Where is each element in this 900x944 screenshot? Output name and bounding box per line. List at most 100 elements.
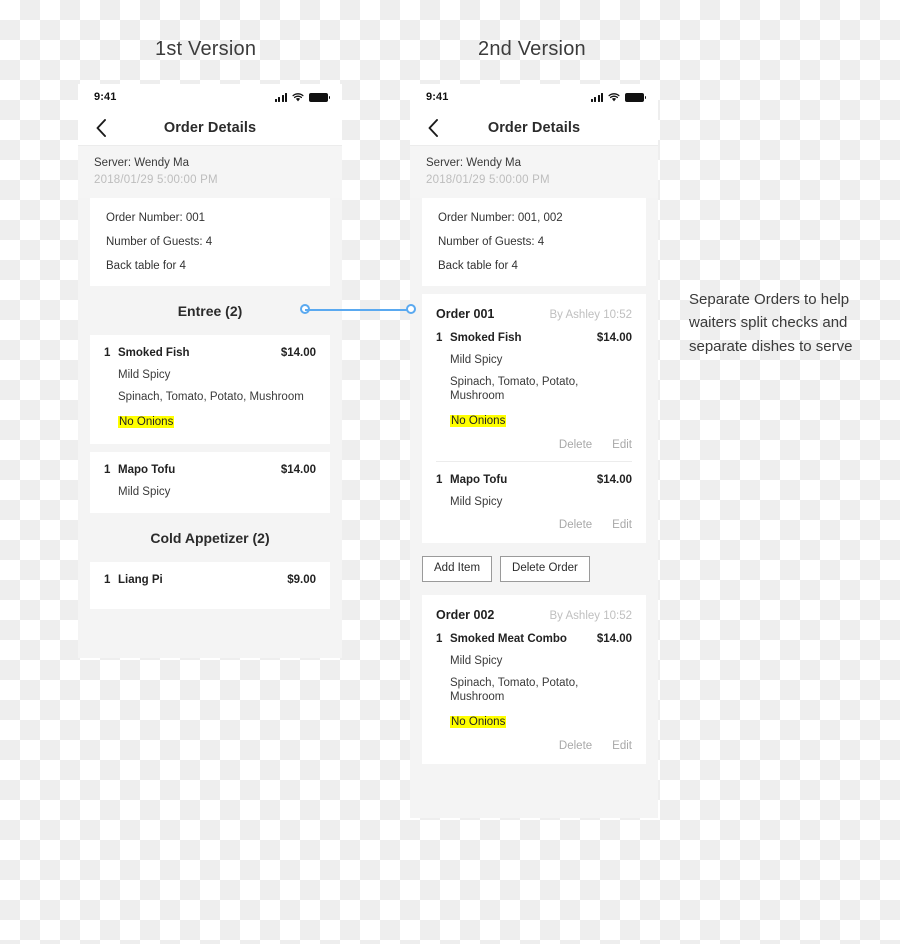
dish-row: 1 Smoked Fish $14.00 xyxy=(436,332,632,344)
chevron-left-icon[interactable] xyxy=(90,117,112,139)
item-actions: Delete Edit xyxy=(436,519,632,531)
dish-price: $14.00 xyxy=(596,332,632,344)
delete-order-button[interactable]: Delete Order xyxy=(500,556,590,582)
server-info-block: Server: Wendy Ma 2018/01/29 5:00:00 PM xyxy=(78,146,342,198)
annotation-text: Separate Orders to help waiters split ch… xyxy=(689,291,853,355)
nav-bar: Order Details xyxy=(78,110,342,146)
dish-row: 1 Liang Pi $9.00 xyxy=(104,574,316,586)
item-actions: Delete Edit xyxy=(436,740,632,752)
dish-option: Spinach, Tomato, Potato, Mushroom xyxy=(450,676,579,703)
page-title: Order Details xyxy=(163,119,257,136)
phone-mockup-version-2: 9:41 Order Details Server: Wendy Ma 2018… xyxy=(410,84,658,818)
order-item[interactable]: 1 Smoked Fish $14.00 Mild Spicy Spinach,… xyxy=(436,332,632,463)
dish-price: $14.00 xyxy=(280,464,316,477)
battery-full-icon xyxy=(309,92,330,102)
guest-count: Number of Guests: 4 xyxy=(106,236,213,248)
server-name: Server: Wendy Ma xyxy=(426,157,522,169)
dish-note-wrap: No Onions xyxy=(104,412,316,430)
dish-name: Smoked Meat Combo xyxy=(450,632,567,645)
status-icons xyxy=(590,92,646,102)
dish-option: Mild Spicy xyxy=(450,496,503,509)
dish-note-highlight: No Onions xyxy=(118,416,175,429)
dish-name: Liang Pi xyxy=(118,574,163,587)
server-name: Server: Wendy Ma xyxy=(94,157,190,169)
dish-note-wrap: No Onions xyxy=(436,411,632,429)
dish-quantity: 1 xyxy=(104,347,111,359)
dish-card[interactable]: 1 Mapo Tofu $14.00 Mild Spicy xyxy=(90,452,330,514)
order-title: Order 002 xyxy=(436,607,495,622)
order-info-card: Order Number: 001 Number of Guests: 4 Ba… xyxy=(90,198,330,286)
order-number: Order Number: 001, 002 xyxy=(438,212,563,224)
guest-count: Number of Guests: 4 xyxy=(438,236,545,248)
server-datetime: 2018/01/29 5:00:00 PM xyxy=(94,174,218,186)
dish-option: Spinach, Tomato, Potato, Mushroom xyxy=(450,376,579,403)
chevron-left-icon[interactable] xyxy=(422,117,444,139)
dish-quantity: 1 xyxy=(436,632,443,645)
dish-note-highlight: No Onions xyxy=(450,415,507,428)
dish-row: 1 Smoked Fish $14.00 xyxy=(104,347,316,359)
delete-item-button[interactable]: Delete xyxy=(559,740,592,752)
dish-quantity: 1 xyxy=(436,332,443,344)
status-bar: 9:41 xyxy=(78,84,342,110)
signal-bars-icon xyxy=(274,92,287,102)
dish-name: Mapo Tofu xyxy=(450,474,508,487)
dish-option: Mild Spicy xyxy=(450,654,503,667)
item-actions: Delete Edit xyxy=(436,439,632,451)
order-title: Order 001 xyxy=(436,307,495,321)
order-item[interactable]: 1 Smoked Meat Combo $14.00 Mild Spicy Sp… xyxy=(436,633,632,752)
wifi-icon xyxy=(608,92,620,102)
table-note: Back table for 4 xyxy=(106,260,186,272)
dish-row: 1 Mapo Tofu $14.00 xyxy=(436,474,632,486)
status-bar: 9:41 xyxy=(410,84,658,110)
connector-endpoint-right xyxy=(406,304,416,314)
table-note: Back table for 4 xyxy=(438,260,518,272)
dish-name: Smoked Fish xyxy=(118,347,190,359)
connector-line xyxy=(305,309,411,311)
order-author-time: By Ashley 10:52 xyxy=(549,609,632,622)
order-number: Order Number: 001 xyxy=(106,212,206,224)
card-gap xyxy=(410,286,658,294)
edit-item-button[interactable]: Edit xyxy=(612,740,632,752)
status-time: 9:41 xyxy=(426,91,449,103)
order-item[interactable]: 1 Mapo Tofu $14.00 Mild Spicy Delete Edi… xyxy=(436,462,632,531)
annotation-connector xyxy=(300,304,416,316)
edit-item-button[interactable]: Edit xyxy=(612,439,632,451)
edit-item-button[interactable]: Edit xyxy=(612,519,632,531)
order-group-001: Order 001 By Ashley 10:52 1 Smoked Fish … xyxy=(422,294,646,544)
delete-item-button[interactable]: Delete xyxy=(559,519,592,531)
page-title: Order Details xyxy=(487,119,581,136)
phone-mockup-version-1: 9:41 Order Details Server: Wendy Ma 2018… xyxy=(78,84,342,658)
section-header-cold-appetizer: Cold Appetizer (2) xyxy=(78,513,342,563)
dish-price: $9.00 xyxy=(287,574,316,587)
status-icons xyxy=(274,92,330,102)
server-info-block: Server: Wendy Ma 2018/01/29 5:00:00 PM xyxy=(410,146,658,198)
card-gap xyxy=(78,444,342,453)
dish-option: Mild Spicy xyxy=(118,369,171,381)
nav-bar: Order Details xyxy=(410,110,658,146)
dish-name: Mapo Tofu xyxy=(118,464,176,477)
version-2-caption: 2nd Version xyxy=(478,38,586,60)
version-1-caption: 1st Version xyxy=(155,38,257,60)
delete-item-button[interactable]: Delete xyxy=(559,439,592,451)
dish-option: Spinach, Tomato, Potato, Mushroom xyxy=(118,391,304,404)
dish-price: $14.00 xyxy=(280,347,316,359)
dish-option: Mild Spicy xyxy=(450,354,503,366)
dish-card[interactable]: 1 Liang Pi $9.00 xyxy=(90,562,330,610)
dish-price: $14.00 xyxy=(596,632,632,645)
order-author-time: By Ashley 10:52 xyxy=(549,309,632,321)
dish-name: Smoked Fish xyxy=(450,332,522,344)
dish-price: $14.00 xyxy=(596,474,632,487)
add-item-button[interactable]: Add Item xyxy=(422,556,493,582)
dish-quantity: 1 xyxy=(104,574,111,587)
order-action-buttons: Add Item Delete Order xyxy=(410,543,658,595)
dish-option: Mild Spicy xyxy=(118,486,171,499)
order-header: Order 001 By Ashley 10:52 xyxy=(436,307,632,321)
dish-note-wrap: No Onions xyxy=(436,712,632,730)
signal-bars-icon xyxy=(590,92,603,102)
order-header: Order 002 By Ashley 10:52 xyxy=(436,608,632,622)
order-group-002: Order 002 By Ashley 10:52 1 Smoked Meat … xyxy=(422,594,646,764)
status-time: 9:41 xyxy=(94,91,117,103)
wifi-icon xyxy=(292,92,304,102)
dish-card[interactable]: 1 Smoked Fish $14.00 Mild Spicy Spinach,… xyxy=(90,335,330,445)
dish-row: 1 Smoked Meat Combo $14.00 xyxy=(436,633,632,645)
